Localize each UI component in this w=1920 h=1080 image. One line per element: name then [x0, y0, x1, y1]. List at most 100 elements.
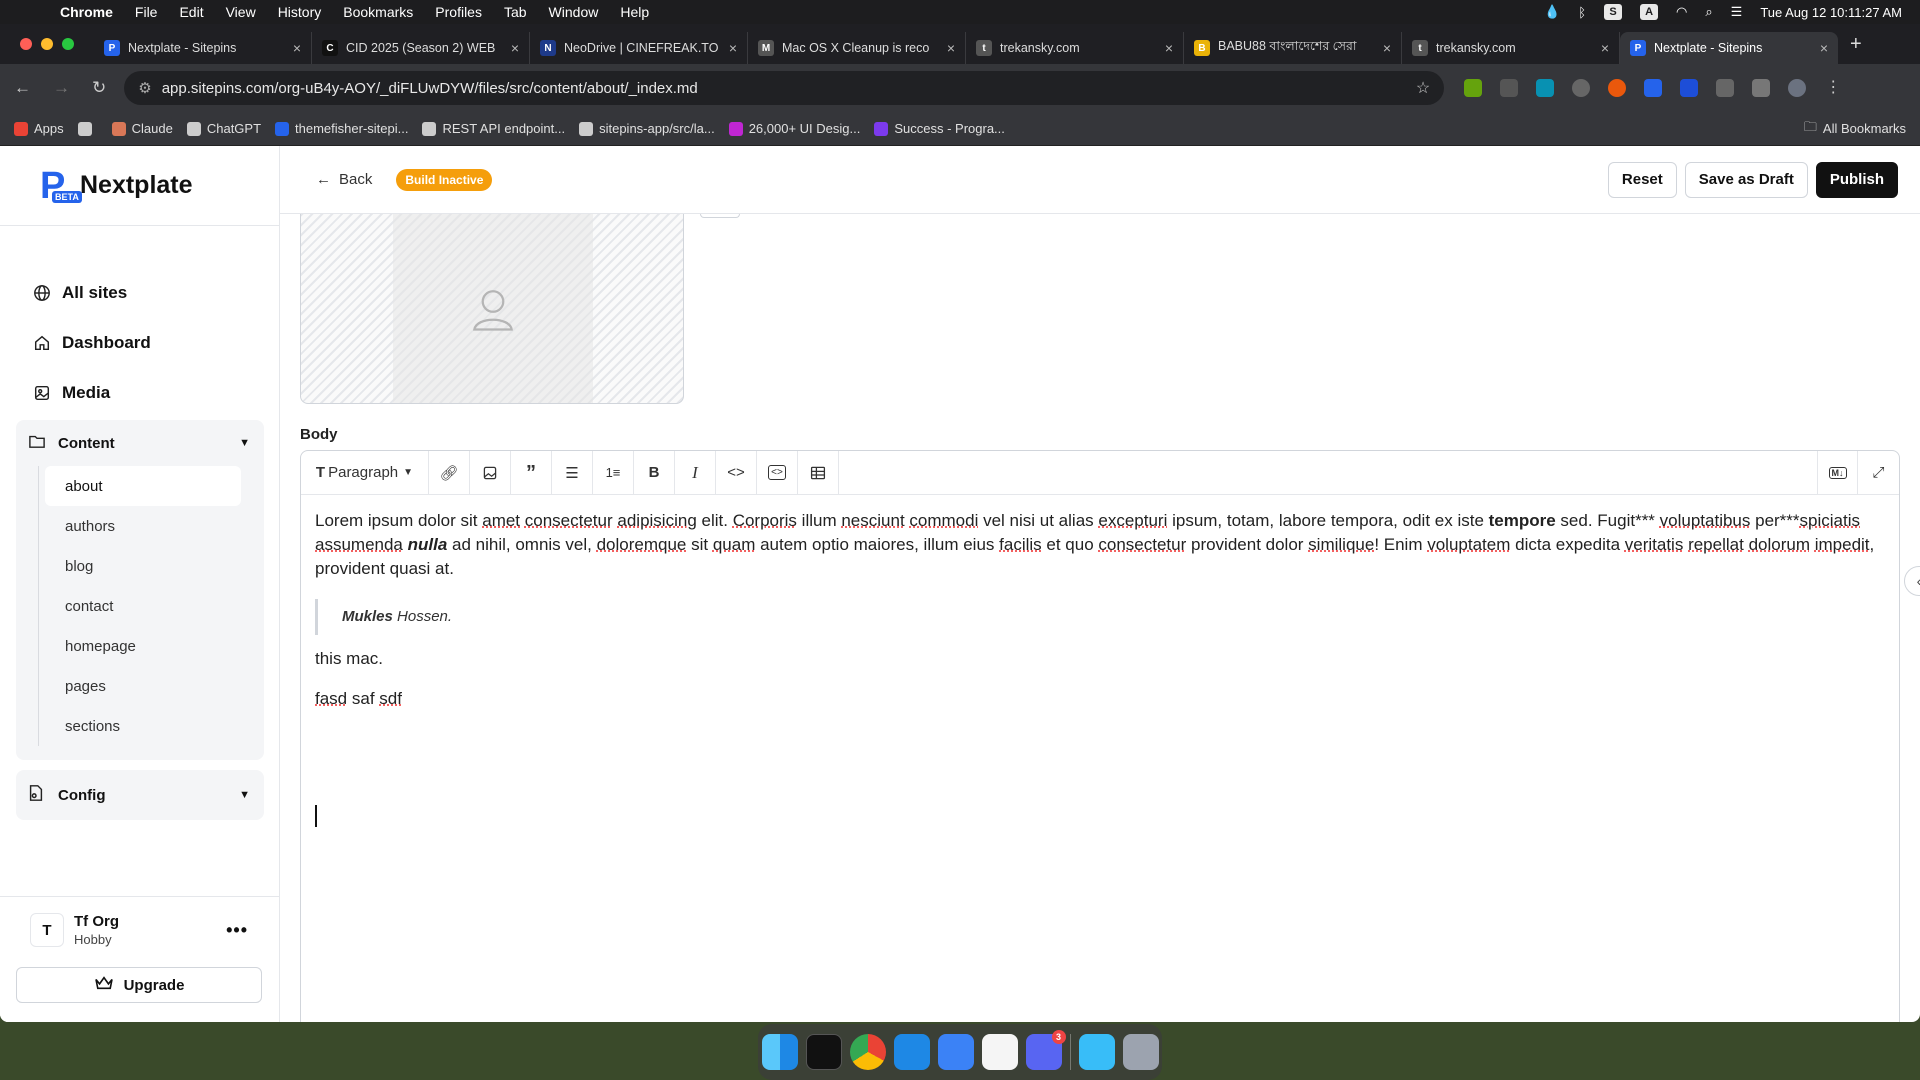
close-tab-icon[interactable]: × — [511, 40, 519, 56]
code-block-button[interactable]: <> — [757, 450, 798, 495]
org-switcher[interactable]: T Tf Org Hobby ••• — [0, 897, 280, 947]
link-button[interactable]: 🔗︎ — [429, 450, 470, 495]
content-toggle[interactable]: Content ▼ — [16, 420, 264, 466]
zoom-window-button[interactable] — [62, 38, 74, 50]
new-tab-icon[interactable]: + — [1850, 33, 1862, 56]
config-toggle[interactable]: Config ▼ — [16, 770, 264, 820]
content-item-contact[interactable]: contact — [55, 586, 264, 626]
all-bookmarks[interactable]: 🗀 All Bookmarks — [1804, 118, 1906, 140]
forward-arrow-icon[interactable]: → — [53, 78, 70, 98]
bluetooth-icon[interactable]: ᛒ — [1578, 5, 1586, 20]
bold-button[interactable]: B — [634, 450, 675, 495]
menu-app-name[interactable]: Chrome — [60, 4, 113, 20]
content-item-homepage[interactable]: homepage — [55, 626, 264, 666]
site-info-icon[interactable]: ⚙ — [138, 79, 151, 97]
extension-icon[interactable] — [1572, 79, 1591, 97]
extension-icon[interactable] — [1680, 79, 1699, 97]
terminal-icon[interactable] — [805, 1034, 842, 1070]
content-item-about[interactable]: about — [45, 466, 241, 506]
browser-tab[interactable]: t trekansky.com × — [1402, 32, 1620, 64]
nav-all-sites[interactable]: All sites — [32, 268, 279, 318]
vscode-icon[interactable] — [893, 1034, 930, 1070]
close-tab-icon[interactable]: × — [947, 40, 955, 56]
nav-media[interactable]: Media — [32, 368, 279, 418]
close-window-button[interactable] — [20, 38, 32, 50]
menu-edit[interactable]: Edit — [179, 4, 203, 20]
spotlight-icon[interactable]: ⌕ — [1705, 4, 1712, 20]
save-draft-button[interactable]: Save as Draft — [1684, 161, 1808, 198]
close-tab-icon[interactable]: × — [1601, 40, 1609, 56]
editor-content[interactable]: Lorem ipsum dolor sit amet consectetur a… — [301, 495, 1899, 1022]
bookmark-star-icon[interactable]: ☆ — [1416, 78, 1430, 98]
collapse-panel-button[interactable]: ‹ — [1904, 566, 1920, 596]
s-status-icon[interactable]: S — [1604, 4, 1623, 20]
image-button[interactable] — [470, 450, 511, 495]
close-tab-icon[interactable]: × — [729, 40, 737, 56]
url-text[interactable]: app.sitepins.com/org-uB4y-AOY/_diFLUwDYW… — [162, 80, 1416, 97]
bookmark-item[interactable] — [77, 121, 98, 136]
reset-button[interactable]: Reset — [1607, 161, 1677, 198]
inline-code-button[interactable]: <> — [716, 450, 757, 495]
trash-icon[interactable] — [1122, 1034, 1159, 1070]
react-devtools-icon[interactable] — [1536, 79, 1555, 97]
discord-icon[interactable]: 3 — [1025, 1030, 1066, 1070]
browser-tab[interactable]: C CID 2025 (Season 2) WEB × — [312, 32, 530, 64]
wifi-icon[interactable]: ◠ — [1676, 4, 1687, 20]
bookmark-item[interactable]: ChatGPT — [186, 121, 261, 136]
ordered-list-button[interactable]: 1≡ — [593, 450, 634, 495]
extension-icon[interactable] — [1608, 79, 1627, 97]
table-button[interactable] — [798, 450, 839, 495]
blockquote-button[interactable]: ” — [511, 450, 552, 495]
bookmark-item[interactable]: Apps — [14, 121, 64, 136]
bookmark-item[interactable]: REST API endpoint... — [422, 121, 565, 136]
side-panel-icon[interactable] — [1752, 79, 1771, 97]
bookmark-item[interactable]: Claude — [111, 121, 173, 136]
back-button[interactable]: ← Back — [316, 171, 372, 188]
profile-avatar[interactable] — [1788, 79, 1807, 97]
finder-icon[interactable] — [761, 1034, 798, 1070]
input-source-icon[interactable]: A — [1640, 4, 1659, 20]
reload-icon[interactable]: ↻ — [92, 78, 106, 98]
fullscreen-button[interactable]: ⤢ — [1858, 451, 1899, 495]
menu-tab[interactable]: Tab — [504, 4, 527, 20]
browser-tab[interactable]: N NeoDrive | CINEFREAK.TO × — [530, 32, 748, 64]
markdown-mode-button[interactable]: M↓ — [1817, 450, 1858, 495]
content-item-pages[interactable]: pages — [55, 666, 264, 706]
menu-window[interactable]: Window — [549, 4, 599, 20]
close-tab-icon[interactable]: × — [1165, 40, 1173, 56]
drop-icon[interactable]: 💧 — [1544, 4, 1560, 20]
puzzle-icon[interactable] — [1716, 79, 1735, 97]
content-item-authors[interactable]: authors — [55, 506, 264, 546]
browser-tab[interactable]: P Nextplate - Sitepins × — [94, 32, 312, 64]
close-tab-icon[interactable]: × — [293, 40, 301, 56]
downloads-icon[interactable] — [1078, 1034, 1115, 1070]
browser-tab[interactable]: P Nextplate - Sitepins × — [1620, 32, 1838, 64]
browser-tab[interactable]: t trekansky.com × — [966, 32, 1184, 64]
menu-help[interactable]: Help — [620, 4, 649, 20]
bookmark-item[interactable]: Success - Progra... — [874, 121, 1005, 136]
chrome-icon[interactable] — [849, 1034, 886, 1070]
menu-file[interactable]: File — [135, 4, 158, 20]
mongodb-icon[interactable] — [981, 1034, 1018, 1070]
brand[interactable]: P BETA Nextplate — [0, 146, 279, 226]
paragraph-style-dropdown[interactable]: T Paragraph ▼ — [301, 450, 429, 495]
back-arrow-icon[interactable]: ← — [14, 78, 31, 98]
nav-dashboard[interactable]: Dashboard — [32, 318, 279, 368]
italic-button[interactable]: I — [675, 450, 716, 495]
address-bar[interactable]: ⚙ app.sitepins.com/org-uB4y-AOY/_diFLUwD… — [124, 71, 1445, 105]
image-upload-field[interactable] — [300, 214, 684, 404]
menu-kebab-icon[interactable]: ⋮ — [1824, 79, 1842, 97]
extension-icon[interactable] — [1464, 79, 1483, 97]
bookmark-item[interactable]: 26,000+ UI Desig... — [728, 121, 860, 136]
bookmark-item[interactable]: sitepins-app/src/la... — [579, 121, 715, 136]
browser-tab[interactable]: M Mac OS X Cleanup is reco × — [748, 32, 966, 64]
content-item-blog[interactable]: blog — [55, 546, 264, 586]
minimize-window-button[interactable] — [41, 38, 53, 50]
close-tab-icon[interactable]: × — [1383, 40, 1391, 56]
bookmark-item[interactable]: themefisher-sitepi... — [275, 121, 408, 136]
more-options-icon[interactable]: ••• — [226, 920, 248, 941]
control-center-icon[interactable]: ☰ — [1731, 4, 1743, 20]
mail-icon[interactable] — [937, 1034, 974, 1070]
content-item-sections[interactable]: sections — [55, 706, 264, 746]
extension-icon[interactable] — [1644, 79, 1663, 97]
